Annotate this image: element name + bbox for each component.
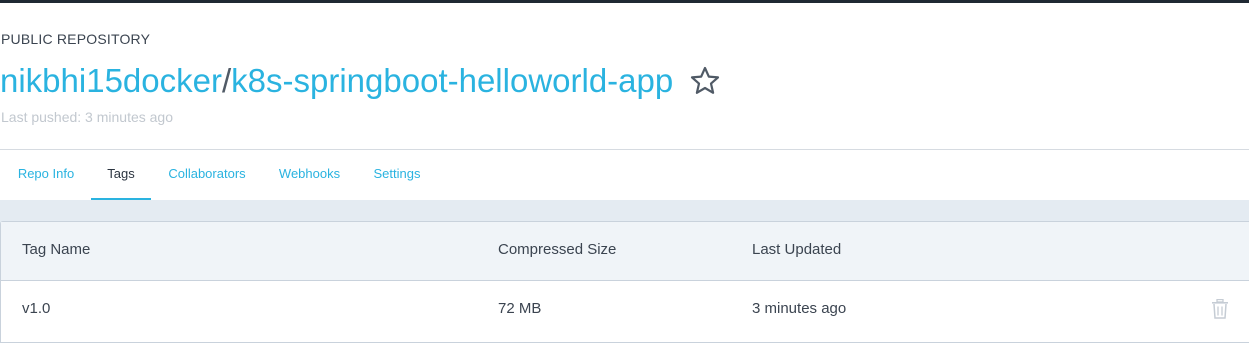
trash-icon[interactable] xyxy=(1211,298,1229,319)
column-compressed-size: Compressed Size xyxy=(498,241,617,258)
star-icon[interactable] xyxy=(689,65,721,97)
tab-repo-info[interactable]: Repo Info xyxy=(0,150,92,200)
tab-collaborators[interactable]: Collaborators xyxy=(151,150,263,200)
table-row: v1.0 72 MB 3 minutes ago xyxy=(1,281,1249,339)
tab-label: Webhooks xyxy=(278,166,341,181)
repo-namespace-link[interactable]: nikbhi15docker xyxy=(0,61,222,101)
repo-tabs: Repo Info Tags Collaborators Webhooks Se… xyxy=(0,150,1249,200)
tab-label: Collaborators xyxy=(168,166,246,181)
tab-label: Settings xyxy=(373,166,421,181)
tags-content: Tag Name Compressed Size Last Updated v1… xyxy=(0,200,1249,343)
tab-label: Repo Info xyxy=(17,166,75,181)
tags-table: Tag Name Compressed Size Last Updated v1… xyxy=(0,221,1249,343)
tab-settings[interactable]: Settings xyxy=(356,150,438,200)
last-pushed-text: Last pushed: 3 minutes ago xyxy=(1,109,174,125)
table-header: Tag Name Compressed Size Last Updated xyxy=(1,222,1249,281)
column-tag-name: Tag Name xyxy=(22,241,91,258)
compressed-size-cell: 72 MB xyxy=(498,300,542,317)
tag-name-cell: v1.0 xyxy=(22,300,51,317)
last-updated-cell: 3 minutes ago xyxy=(752,300,847,317)
repo-title-separator: / xyxy=(221,62,232,99)
repo-header: PUBLIC REPOSITORY nikbhi15docker / k8s-s… xyxy=(0,3,1249,149)
column-last-updated: Last Updated xyxy=(752,241,842,258)
tab-tags[interactable]: Tags xyxy=(91,150,151,200)
tab-webhooks[interactable]: Webhooks xyxy=(263,150,356,200)
tab-label: Tags xyxy=(107,166,135,181)
repo-title: nikbhi15docker / k8s-springboot-hellowor… xyxy=(0,61,721,101)
repo-visibility-label: PUBLIC REPOSITORY xyxy=(1,31,151,47)
repo-name: k8s-springboot-helloworld-app xyxy=(231,62,674,99)
